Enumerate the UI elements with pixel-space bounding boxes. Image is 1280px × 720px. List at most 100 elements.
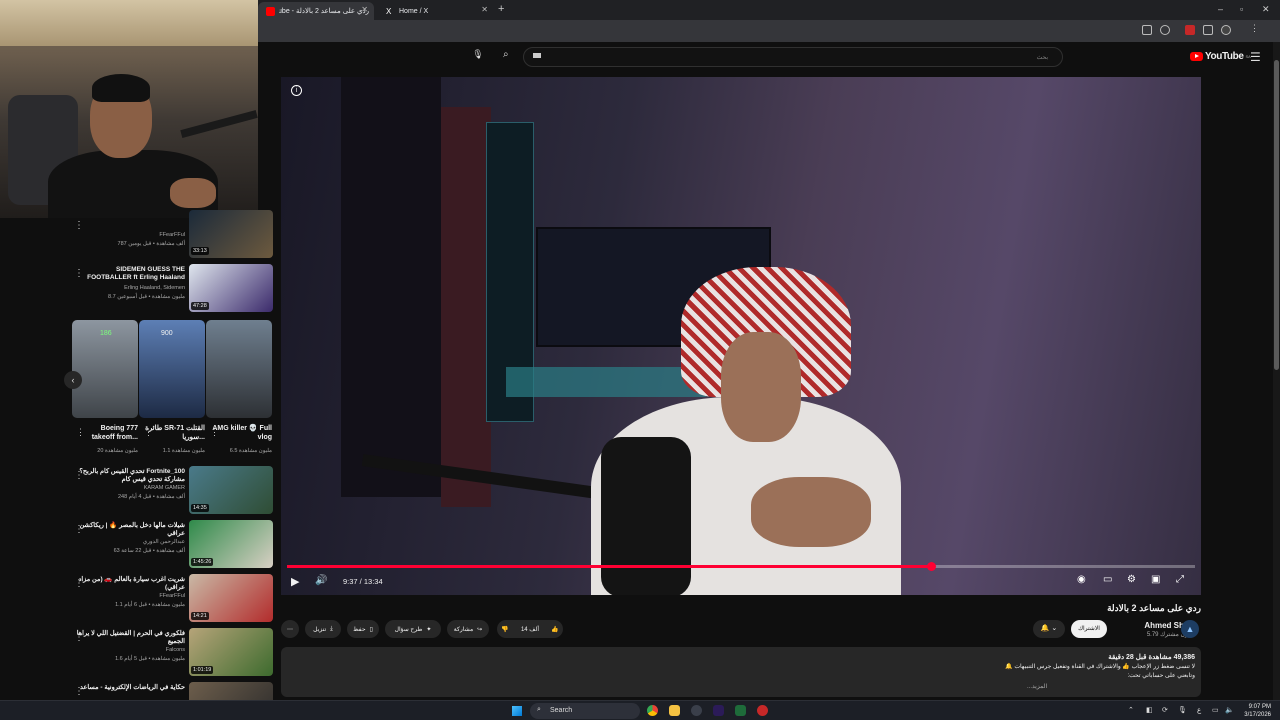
duration-badge: 33:13	[191, 247, 209, 255]
extensions-puzzle-icon[interactable]	[1203, 25, 1213, 35]
short-title: Boeing 777 takeoff from...	[91, 425, 138, 441]
obs-icon[interactable]	[691, 705, 702, 716]
list-item[interactable]: ⋮ SIDEMEN GUESS THE FOOTBALLER ft Erling…	[0, 264, 280, 316]
youtube-logo[interactable]: YouTube SA	[1190, 51, 1251, 62]
share-icon: ↪	[477, 626, 483, 633]
save-button[interactable]: حفظ ▯	[347, 620, 379, 638]
share-button[interactable]: مشاركة ↪	[447, 620, 489, 638]
video-description[interactable]: 49,386 مشاهدة قبل 28 دقيقة لا تنسى ضغط ز…	[281, 647, 1201, 697]
show-more-link[interactable]: ...المزيد	[1027, 683, 1047, 690]
search-icon: ⌕	[537, 706, 541, 713]
channel-name: Falcons	[165, 647, 185, 653]
windows-taskbar: ⌕ Search ⌃ ◧ ⟳ 🎙 ع ▭ 🔈 9:07 PM 3/17/2026	[0, 700, 1280, 720]
video-thumbnail[interactable]	[189, 682, 273, 700]
short-views: 20 مليون مشاهدة	[97, 448, 138, 454]
search-input[interactable]: بحث	[523, 47, 1063, 67]
download-button[interactable]: تنزيل ⤓	[305, 620, 341, 638]
play-icon[interactable]: ▶	[291, 575, 299, 588]
tray-chevron-icon[interactable]: ⌃	[1128, 706, 1134, 714]
input-language[interactable]: ع	[1197, 706, 1201, 714]
extension-icon[interactable]	[1185, 25, 1195, 35]
more-options-icon[interactable]: ⋮	[144, 427, 153, 438]
network-icon[interactable]: ▭	[1212, 706, 1219, 714]
menu-dots-icon[interactable]: ⋮	[1250, 23, 1260, 33]
notification-bell-button[interactable]: 🔔 ⌄	[1033, 620, 1065, 638]
fullscreen-icon[interactable]: ⤢	[1176, 574, 1184, 585]
autoplay-toggle-icon[interactable]: ◉	[1077, 574, 1086, 585]
theater-mode-icon[interactable]: ▣	[1151, 574, 1160, 585]
video-title: SIDEMEN GUESS THE FOOTBALLER ft Erling H…	[87, 266, 185, 281]
duration-badge: 1:01:19	[191, 666, 214, 674]
close-window-button[interactable]: ✕	[1262, 4, 1270, 15]
settings-gear-icon[interactable]: ⚙	[1127, 574, 1136, 585]
tab-youtube[interactable]: ردي على مساعد 2 بالادلة - YouTube ✕	[258, 2, 374, 20]
bookmark-star-icon[interactable]	[1160, 25, 1170, 35]
video-meta: 1.6 مليون مشاهدة • قبل 5 أيام	[115, 656, 185, 662]
taskbar-search[interactable]: ⌕ Search	[530, 703, 640, 719]
list-item[interactable]: ⋮ FFearFFul 787 ألف مشاهدة • قبل يومين 3…	[0, 210, 280, 270]
youtube-logo-text: YouTube	[1205, 51, 1244, 62]
scrubber-handle[interactable]	[926, 562, 936, 571]
list-item[interactable]: ⋮ شيلات مالها دخل بالمصر 🔥 | ريكاكشن عرا…	[0, 520, 280, 572]
info-icon[interactable]: i	[291, 85, 302, 96]
short-thumbnail[interactable]: 900	[139, 320, 205, 418]
download-label: تنزيل	[313, 626, 327, 633]
download-icon: ⤓	[330, 625, 333, 632]
more-options-icon[interactable]: ⋮	[210, 427, 219, 438]
dislike-icon[interactable]: 👎	[501, 626, 508, 633]
shorts-prev-button[interactable]: ‹	[64, 371, 82, 389]
subscribe-button[interactable]: الاشتراك	[1071, 620, 1107, 638]
close-tab-icon[interactable]: ✕	[481, 5, 488, 14]
list-item[interactable]: ⋮ Fortnite_100 تحدي القيس كام بالربح؟ مش…	[0, 466, 280, 518]
more-actions-icon[interactable]: ⋯	[281, 620, 299, 638]
taskbar-search-label: Search	[550, 707, 573, 714]
duration-badge: 14:21	[191, 612, 209, 620]
progress-bar[interactable]	[287, 562, 1195, 571]
close-tab-icon[interactable]: ✕	[361, 5, 368, 14]
list-item[interactable]: ⋮ شريت اغرب سيارة بالعالم 🚗 (من مزاد عرا…	[0, 574, 280, 626]
volume-icon[interactable]: 🔊	[315, 575, 327, 586]
channel-avatar[interactable]: ▲	[1181, 620, 1199, 638]
list-item[interactable]: ⋮ فلكوري في الحرم | القضتيل اللي لا يراه…	[0, 628, 280, 680]
tray-app-icon[interactable]: ◧	[1146, 706, 1153, 714]
record-app-icon[interactable]	[757, 705, 768, 716]
windows-start-icon[interactable]	[512, 706, 522, 716]
file-explorer-icon[interactable]	[669, 705, 680, 716]
speaker-icon[interactable]: 🔈	[1225, 706, 1234, 714]
minimize-button[interactable]: –	[1218, 4, 1223, 14]
short-badge: 186	[100, 330, 112, 337]
tray-sync-icon[interactable]: ⟳	[1162, 706, 1168, 714]
bookmark-icon: ▯	[369, 626, 373, 633]
new-tab-button[interactable]: +	[498, 3, 504, 15]
system-clock[interactable]: 9:07 PM 3/17/2026	[1244, 703, 1271, 719]
chrome-icon[interactable]	[647, 705, 658, 716]
scrollbar-thumb[interactable]	[1274, 60, 1279, 370]
video-title-heading: ردي على مساعد 2 بالادلة	[1107, 603, 1201, 613]
tab-x[interactable]: X Home / X ✕	[378, 2, 494, 20]
more-options-icon[interactable]: ⋮	[76, 427, 85, 438]
short-thumbnail[interactable]	[206, 320, 272, 418]
duration-badge: 1:45:26	[191, 558, 214, 566]
hamburger-menu-icon[interactable]: ☰	[1250, 50, 1261, 64]
time-display: 9:37 / 13:34	[343, 577, 383, 586]
maximize-button[interactable]: ▫	[1240, 4, 1243, 14]
ask-button[interactable]: طرح سؤال ✦	[385, 620, 441, 638]
short-thumbnail[interactable]: 186	[72, 320, 138, 418]
video-title: Fortnite_100 تحدي القيس كام بالربح؟ مشار…	[79, 468, 185, 483]
search-icon[interactable]: ⌕	[503, 49, 509, 60]
cast-icon[interactable]	[1142, 25, 1152, 35]
premiere-icon[interactable]	[713, 705, 724, 716]
profile-avatar-icon[interactable]	[1221, 25, 1231, 35]
voice-search-icon[interactable]: 🎙	[471, 49, 485, 63]
more-options-icon[interactable]: ⋮	[74, 220, 84, 231]
spreadsheet-icon[interactable]	[735, 705, 746, 716]
keyboard-icon[interactable]	[533, 53, 541, 58]
clock-date: 3/17/2026	[1244, 712, 1271, 718]
video-player[interactable]: i ▶ 🔊 9:37 / 13:34 ◉ ▭ ⚙ ▣ ⤢	[281, 77, 1201, 595]
list-item[interactable]: ⋮ حكاية في الرياضات الإلكترونية - مساعد	[0, 682, 280, 700]
subtitles-icon[interactable]: ▭	[1103, 574, 1112, 585]
tray-mic-icon[interactable]: 🎙	[1178, 706, 1187, 714]
video-title: شريت اغرب سيارة بالعالم 🚗 (من مزاد عراقي…	[78, 576, 185, 591]
like-icon[interactable]: 👍	[551, 626, 558, 633]
sparkle-icon: ✦	[426, 626, 432, 633]
